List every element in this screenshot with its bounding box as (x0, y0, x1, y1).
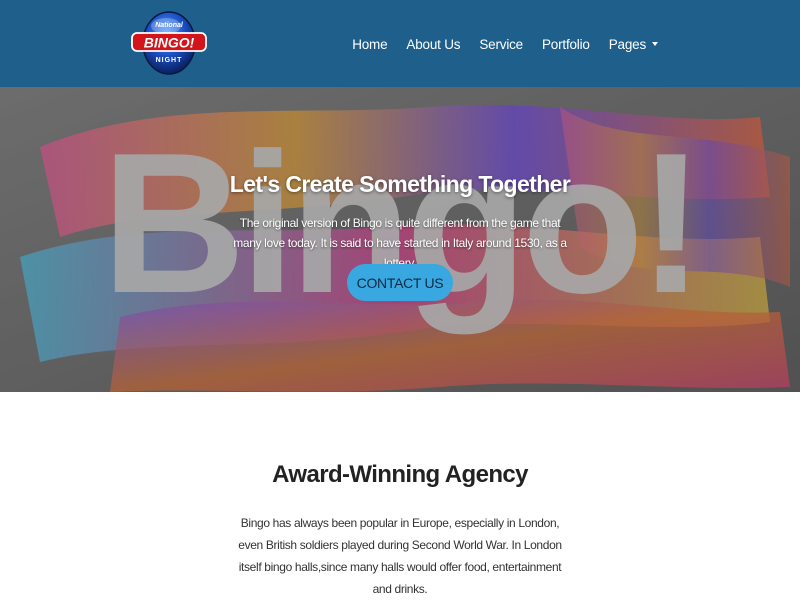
contact-us-button[interactable]: CONTACT US (347, 264, 453, 301)
nav-portfolio-label: Portfolio (541, 36, 590, 52)
nav-about-us-label: About Us (406, 36, 461, 52)
hero-banner: Bingo! Let's Create Something Together T… (0, 87, 800, 392)
nav-portfolio[interactable]: Portfolio (542, 37, 590, 52)
section-description: Bingo has always been popular in Europe,… (238, 516, 562, 596)
nav-pages-label: Pages (608, 36, 646, 52)
caret-down-icon (652, 42, 658, 46)
nav-service-label: Service (479, 36, 523, 52)
section-title: Award-Winning Agency (272, 461, 528, 488)
bingo-logo[interactable]: National BINGO! NIGHT (130, 8, 208, 78)
svg-text:NIGHT: NIGHT (156, 57, 183, 64)
navbar: National BINGO! NIGHT Home About Us Serv… (0, 0, 800, 87)
main-nav: Home About Us Service Portfolio Pages (352, 34, 658, 54)
nav-about-us[interactable]: About Us (406, 37, 460, 52)
nav-service[interactable]: Service (479, 37, 523, 52)
hero-title: Let's Create Something Together (229, 171, 571, 197)
svg-text:BINGO!: BINGO! (144, 35, 195, 51)
nav-home[interactable]: Home (352, 37, 387, 52)
nav-pages-dropdown[interactable]: Pages (609, 37, 658, 52)
nav-home-label: Home (352, 36, 388, 52)
svg-text:National: National (155, 22, 184, 29)
